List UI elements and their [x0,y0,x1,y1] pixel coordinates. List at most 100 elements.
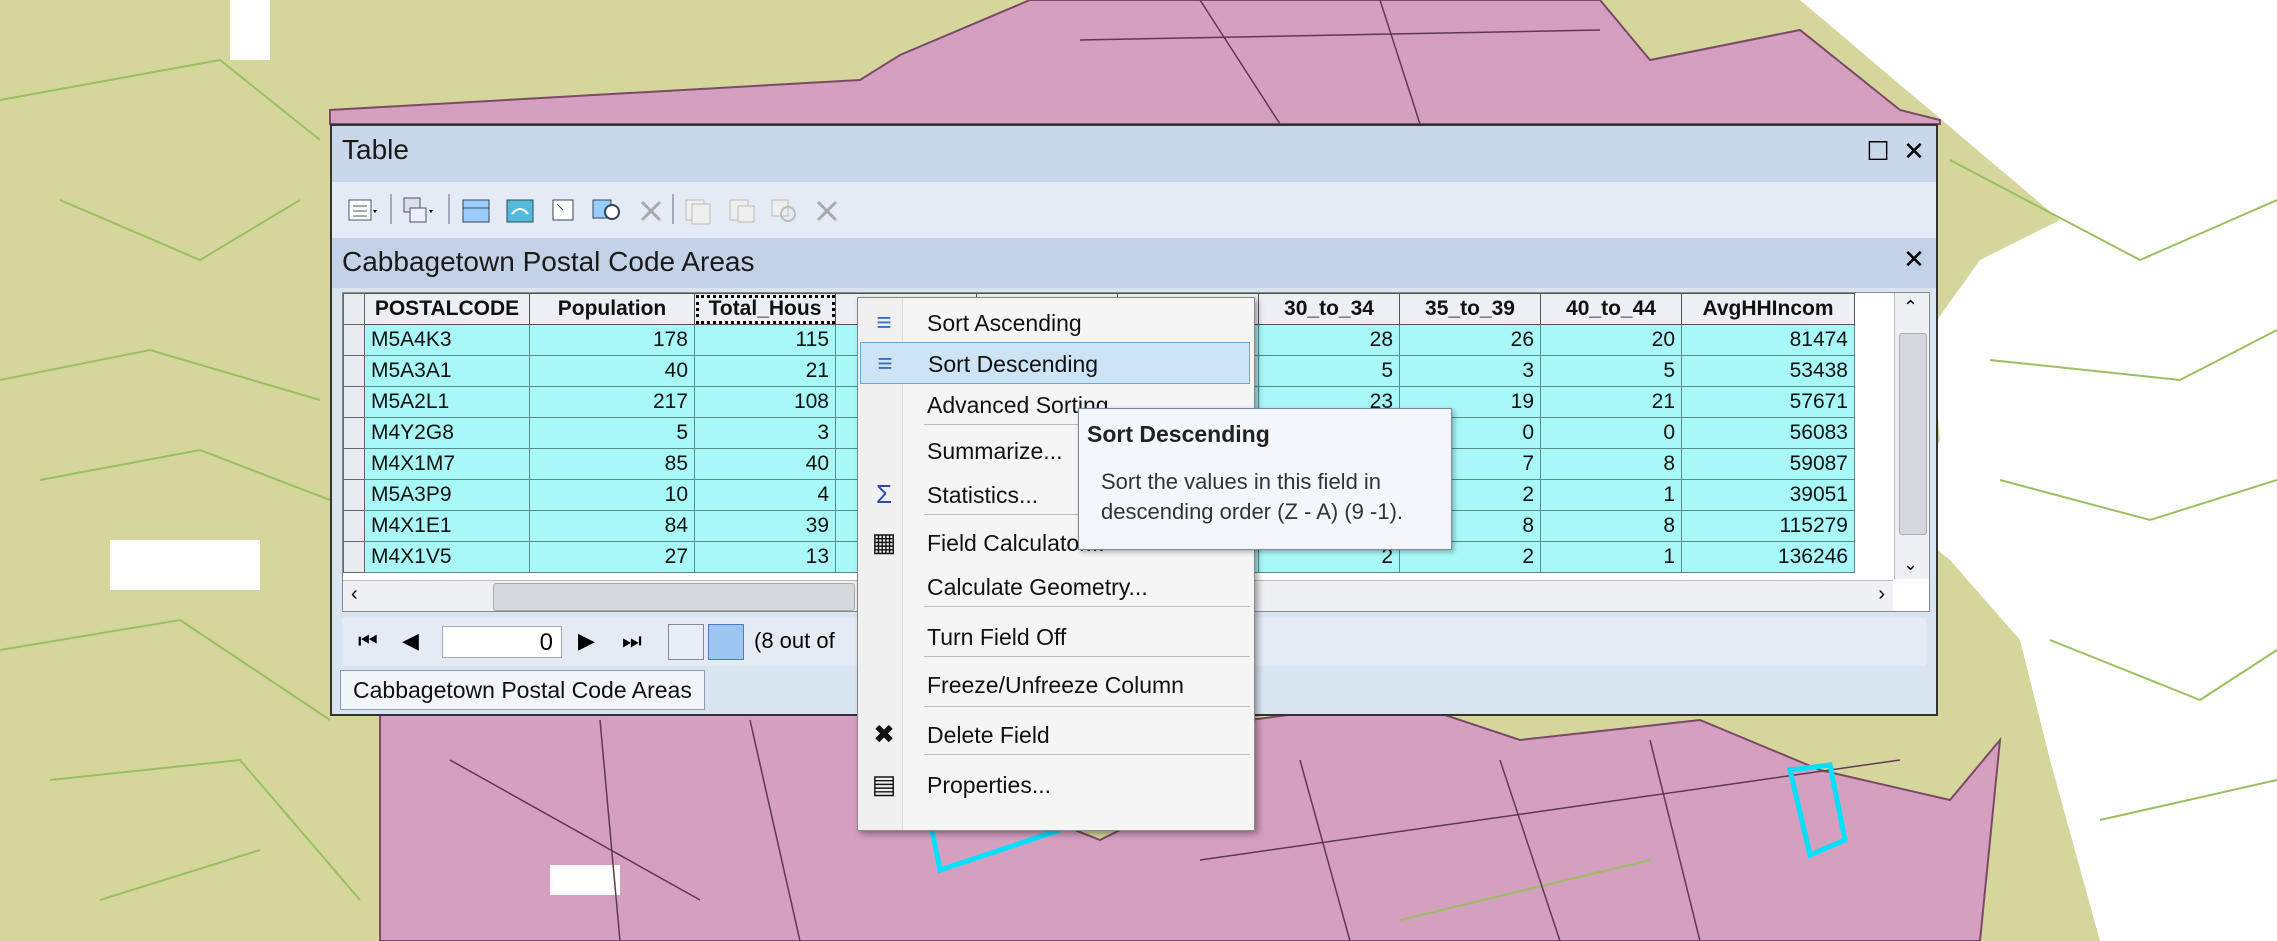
menu-item-label: Statistics... [927,482,1039,508]
close-table-icon[interactable]: ✕ [1900,244,1928,274]
menu-separator [924,754,1250,755]
table-cell[interactable]: 40 [694,448,836,480]
table-cell[interactable]: 1 [1540,541,1682,573]
show-all-records-icon[interactable] [668,624,704,660]
previous-record-icon[interactable]: ◀ [402,628,419,654]
table-cell[interactable]: 217 [529,386,695,418]
column-header[interactable]: 35_to_39 [1399,293,1541,325]
table-cell[interactable]: 4 [694,479,836,511]
menu-item-label: Sort Descending [928,351,1099,377]
table-cell[interactable]: 5 [529,417,695,449]
close-icon[interactable]: ✕ [1900,136,1928,166]
menu-item-label: Freeze/Unfreeze Column [927,672,1184,698]
table-cell[interactable]: 13 [694,541,836,573]
zoom-to-selected-icon[interactable] [590,194,624,226]
menu-item-2[interactable]: ≡ Sort Descending [860,342,1250,384]
row-selector[interactable] [343,510,365,542]
column-header[interactable]: POSTALCODE [364,293,530,325]
menu-item-7[interactable]: Calculate Geometry... [860,566,1250,608]
table-cell[interactable]: 108 [694,386,836,418]
horizontal-scroll-thumb[interactable] [493,583,855,611]
menu-item-1[interactable]: ≡ Sort Ascending [860,302,1250,344]
scroll-left-icon[interactable]: ‹ [351,583,358,606]
table-cell[interactable]: 84 [529,510,695,542]
table-cell[interactable]: 115 [694,324,836,356]
table-cell[interactable]: M5A4K3 [364,324,530,356]
table-cell[interactable]: 57671 [1681,386,1855,418]
table-cell[interactable]: 59087 [1681,448,1855,480]
toolbar-separator [448,194,450,224]
table-cell[interactable]: 21 [1540,386,1682,418]
table-cell[interactable]: 178 [529,324,695,356]
table-cell[interactable]: M4Y2G8 [364,417,530,449]
last-record-icon[interactable]: ⏭ [622,628,642,654]
table-cell[interactable]: 115279 [1681,510,1855,542]
menu-item-9[interactable]: Freeze/Unfreeze Column [860,664,1250,706]
table-cell[interactable]: 28 [1258,324,1400,356]
scroll-right-icon[interactable]: › [1878,583,1885,606]
table-cell[interactable]: 3 [1399,355,1541,387]
table-cell[interactable]: 56083 [1681,417,1855,449]
table-cell[interactable]: 3 [694,417,836,449]
table-cell[interactable]: M5A3A1 [364,355,530,387]
table-cell[interactable]: 81474 [1681,324,1855,356]
table-cell[interactable]: 0 [1540,417,1682,449]
table-cell[interactable]: M4X1V5 [364,541,530,573]
table-options-icon[interactable] [346,194,380,226]
tooltip-title: Sort Descending [1087,421,1270,447]
table-cell[interactable]: 8 [1540,448,1682,480]
clear-selection-icon[interactable] [548,194,582,226]
row-selector[interactable] [343,355,365,387]
table-cell[interactable]: 39 [694,510,836,542]
table-cell[interactable]: 39051 [1681,479,1855,511]
row-selector[interactable] [343,448,365,480]
table-cell[interactable]: 5 [1540,355,1682,387]
table-cell[interactable]: M4X1M7 [364,448,530,480]
table-cell[interactable]: 53438 [1681,355,1855,387]
scroll-down-icon[interactable]: ⌄ [1903,554,1918,575]
row-selector[interactable] [343,324,365,356]
menu-item-10[interactable]: ✖ Delete Field [860,714,1250,756]
next-record-icon[interactable]: ▶ [578,628,595,654]
column-header[interactable]: Population [529,293,695,325]
show-selected-records-icon[interactable] [708,624,744,660]
table-cell[interactable]: 136246 [1681,541,1855,573]
table-cell[interactable]: M4X1E1 [364,510,530,542]
table-cell[interactable]: 85 [529,448,695,480]
table-cell[interactable]: M5A2L1 [364,386,530,418]
table-cell[interactable]: M5A3P9 [364,479,530,511]
maximize-icon[interactable]: ☐ [1864,136,1892,166]
window-titlebar[interactable]: Table ☐ ✕ [332,126,1936,182]
row-selector[interactable] [343,386,365,418]
table-cell[interactable]: 5 [1258,355,1400,387]
column-header[interactable]: Total_Hous [694,293,836,325]
first-record-icon[interactable]: ⏮ [358,628,378,654]
table-tab-header: Cabbagetown Postal Code Areas ✕ [332,238,1936,288]
related-tables-icon[interactable] [402,194,436,226]
row-selector[interactable] [343,541,365,573]
menu-item-11[interactable]: ▤ Properties... [860,764,1250,806]
table-cell[interactable]: 40 [529,355,695,387]
menu-item-8[interactable]: Turn Field Off [860,616,1250,658]
column-header[interactable]: 30_to_34 [1258,293,1400,325]
table-cell[interactable]: 27 [529,541,695,573]
select-by-attributes-icon[interactable] [460,194,494,226]
scroll-up-icon[interactable]: ⌃ [1903,297,1918,318]
switch-selection-icon[interactable] [504,194,538,226]
record-number-field[interactable]: 0 [442,626,562,658]
table-tab[interactable]: Cabbagetown Postal Code Areas [340,670,705,710]
table-cell[interactable]: 1 [1540,479,1682,511]
row-selector[interactable] [343,417,365,449]
table-cell[interactable]: 20 [1540,324,1682,356]
table-toolbar [332,182,1936,238]
column-header[interactable]: AvgHHIncom [1681,293,1855,325]
row-selector[interactable] [343,479,365,511]
table-cell[interactable]: 10 [529,479,695,511]
column-header[interactable]: 40_to_44 [1540,293,1682,325]
vertical-scroll-thumb[interactable] [1899,333,1927,535]
vertical-scrollbar[interactable]: ⌃ ⌄ [1894,293,1929,579]
row-selector-header[interactable] [343,293,365,325]
table-cell[interactable]: 26 [1399,324,1541,356]
table-cell[interactable]: 8 [1540,510,1682,542]
table-cell[interactable]: 21 [694,355,836,387]
